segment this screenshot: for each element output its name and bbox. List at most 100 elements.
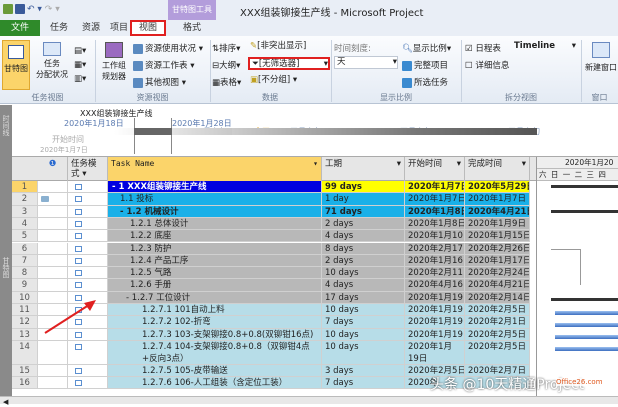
details-checkbox[interactable]: ☐ 详细信息	[465, 59, 509, 71]
task-name-cell[interactable]: 1.2.7.2 102-折弯	[108, 316, 322, 329]
tab-view[interactable]: 视图	[130, 20, 166, 36]
task-name-cell[interactable]: 1.2.6 手册	[108, 279, 322, 292]
duration-cell[interactable]: 17 days	[322, 291, 405, 304]
team-planner-button[interactable]: 工作组 规划器	[97, 42, 131, 82]
row-number[interactable]: 7	[12, 254, 38, 268]
timeline-select[interactable]: Timeline ▾	[512, 41, 576, 54]
timeline-pan-window[interactable]	[134, 118, 172, 154]
gantt-task-bar[interactable]	[555, 311, 618, 315]
finish-cell[interactable]: 2020年4月21日	[465, 205, 530, 218]
task-name-cell[interactable]: - 1 XXX组装铆接生产线	[108, 181, 322, 194]
start-cell[interactable]: 2020年1月7日	[405, 181, 465, 194]
sort-button[interactable]: ⇅排序▾	[212, 42, 240, 54]
save-icon[interactable]	[15, 4, 25, 14]
task-mode-cell[interactable]	[68, 364, 108, 378]
duration-cell[interactable]: 99 days	[322, 181, 405, 194]
task-name-cell[interactable]: 1.2.7.3 103-支架铆接0.8+0.8(双铆钳16点)	[108, 328, 322, 341]
gantt-task-bar[interactable]	[555, 347, 618, 351]
row-number[interactable]: 16	[12, 377, 38, 390]
duration-column-header[interactable]: 工期 ▾	[322, 157, 405, 181]
finish-cell[interactable]: 2020年1月15日	[465, 230, 530, 243]
start-cell[interactable]: 2020年1月10日	[405, 230, 465, 243]
gantt-task-bar[interactable]	[555, 335, 618, 339]
task-mode-cell[interactable]	[68, 267, 108, 280]
table-row[interactable]: 1 - 1 XXX组装铆接生产线 99 days 2020年1月7日 2020年5月29…	[12, 181, 536, 194]
name-column-header[interactable]: Task Name ▾	[108, 157, 322, 181]
table-row[interactable]: 6 1.2.3 防护8 days2020年2月17日2020年2月26日	[12, 242, 536, 255]
task-mode-cell[interactable]	[68, 254, 108, 268]
duration-cell[interactable]: 7 days	[322, 316, 405, 329]
finish-cell[interactable]: 2020年2月5日	[465, 340, 530, 365]
start-cell[interactable]: 2020年4月16日	[405, 279, 465, 292]
quick-access-toolbar[interactable]: ↶ ▾ ↷ ▾	[3, 4, 60, 15]
more-task-views[interactable]: ▤▾ ▦▾ ▥▾	[74, 44, 86, 86]
duration-cell[interactable]: 2 days	[322, 254, 405, 268]
start-column-header[interactable]: 开始时间 ▾	[405, 157, 465, 181]
duration-cell[interactable]: 4 days	[322, 279, 405, 292]
task-mode-cell[interactable]	[68, 242, 108, 255]
gantt-summary-bar[interactable]	[551, 298, 618, 301]
mode-column-header[interactable]: 任务模式 ▾	[68, 157, 108, 181]
duration-cell[interactable]: 10 days	[322, 267, 405, 280]
undo-icon[interactable]: ↶ ▾	[27, 5, 42, 15]
start-cell[interactable]: 2020年2月11日	[405, 267, 465, 280]
finish-cell[interactable]: 2020年5月29日	[465, 181, 530, 194]
tab-format[interactable]: 格式	[172, 20, 212, 36]
task-name-cell[interactable]: 1.2.1 总体设计	[108, 217, 322, 231]
duration-cell[interactable]: 4 days	[322, 230, 405, 243]
row-number[interactable]: 2	[12, 193, 38, 206]
finish-cell[interactable]: 2020年2月14日	[465, 291, 530, 304]
duration-cell[interactable]: 3 days	[322, 364, 405, 378]
row-number[interactable]: 6	[12, 242, 38, 255]
finish-cell[interactable]: 2020年1月17日	[465, 254, 530, 268]
redo-icon[interactable]: ↷ ▾	[45, 5, 60, 15]
task-name-cell[interactable]: 1.2.7.5 105-皮带输送	[108, 364, 322, 378]
task-name-cell[interactable]: 1.2.7.6 106-人工组装（含定位工装）	[108, 377, 322, 390]
start-cell[interactable]: 2020年1月19日	[405, 304, 465, 317]
row-number[interactable]: 1	[12, 181, 38, 194]
filter-dropdown[interactable]: ⏷[无筛选器] ▾	[248, 57, 330, 70]
indicators-column-header[interactable]: ❶	[38, 157, 68, 181]
duration-cell[interactable]: 71 days	[322, 205, 405, 218]
task-usage-button[interactable]: 任务 分配状况	[34, 42, 70, 80]
finish-cell[interactable]: 2020年1月7日	[465, 193, 530, 206]
scroll-left-icon[interactable]: ◀	[3, 398, 8, 406]
duration-cell[interactable]: 1 day	[322, 193, 405, 206]
table-row[interactable]: 14 1.2.7.4 104-支架铆接0.8+0.8（双铆钳4点+反向3点） 10 …	[12, 340, 536, 365]
task-name-cell[interactable]: - 1.2.7 工位设计	[108, 291, 322, 304]
start-cell[interactable]: 2020年1月16日	[405, 254, 465, 268]
horizontal-scrollbar[interactable]: ◀	[0, 396, 618, 406]
finish-cell[interactable]: 2020年2月5日	[465, 304, 530, 317]
task-mode-cell[interactable]	[68, 279, 108, 292]
finish-cell[interactable]: 2020年2月24日	[465, 267, 530, 280]
row-number[interactable]: 15	[12, 364, 38, 378]
table-row[interactable]: 2 1.1 投标 1 day 2020年1月7日 2020年1月7日	[12, 193, 536, 206]
start-cell[interactable]: 2020年1月8日	[405, 205, 465, 218]
row-number[interactable]: 3	[12, 205, 38, 218]
task-name-cell[interactable]: 1.2.7.1 101自动上料	[108, 304, 322, 317]
task-name-cell[interactable]: 1.1 投标	[108, 193, 322, 206]
finish-cell[interactable]: 2020年1月9日	[465, 217, 530, 231]
start-cell[interactable]: 2020年1月19日	[405, 328, 465, 341]
task-name-cell[interactable]: - 1.2 机械设计	[108, 205, 322, 218]
row-number[interactable]: 14	[12, 340, 38, 365]
task-mode-cell[interactable]	[68, 217, 108, 231]
start-cell[interactable]: 2020年1月19日	[405, 291, 465, 304]
tab-task[interactable]: 任务	[44, 20, 74, 36]
finish-cell[interactable]: 2020年4月21日	[465, 279, 530, 292]
row-number[interactable]: 10	[12, 291, 38, 304]
table-row[interactable]: 8 1.2.5 气路10 days2020年2月11日2020年2月24日	[12, 267, 536, 280]
gantt-summary-bar[interactable]	[551, 210, 618, 213]
tab-resource[interactable]: 资源	[76, 20, 106, 36]
duration-cell[interactable]: 8 days	[322, 242, 405, 255]
task-name-cell[interactable]: 1.2.5 气路	[108, 267, 322, 280]
selected-tasks-button[interactable]: 所选任务	[402, 76, 448, 88]
task-mode-cell[interactable]	[68, 205, 108, 218]
duration-cell[interactable]: 10 days	[322, 304, 405, 317]
duration-cell[interactable]: 10 days	[322, 340, 405, 365]
finish-column-header[interactable]: 完成时间 ▾	[465, 157, 530, 181]
gantt-chart[interactable]: 2020年1月20 六 日 一 二 三 四	[536, 157, 618, 397]
table-row[interactable]: 3 - 1.2 机械设计 71 days 2020年1月8日 2020年4月21日	[12, 205, 536, 218]
finish-cell[interactable]: 2020年2月5日	[465, 328, 530, 341]
task-mode-cell[interactable]	[68, 181, 108, 194]
